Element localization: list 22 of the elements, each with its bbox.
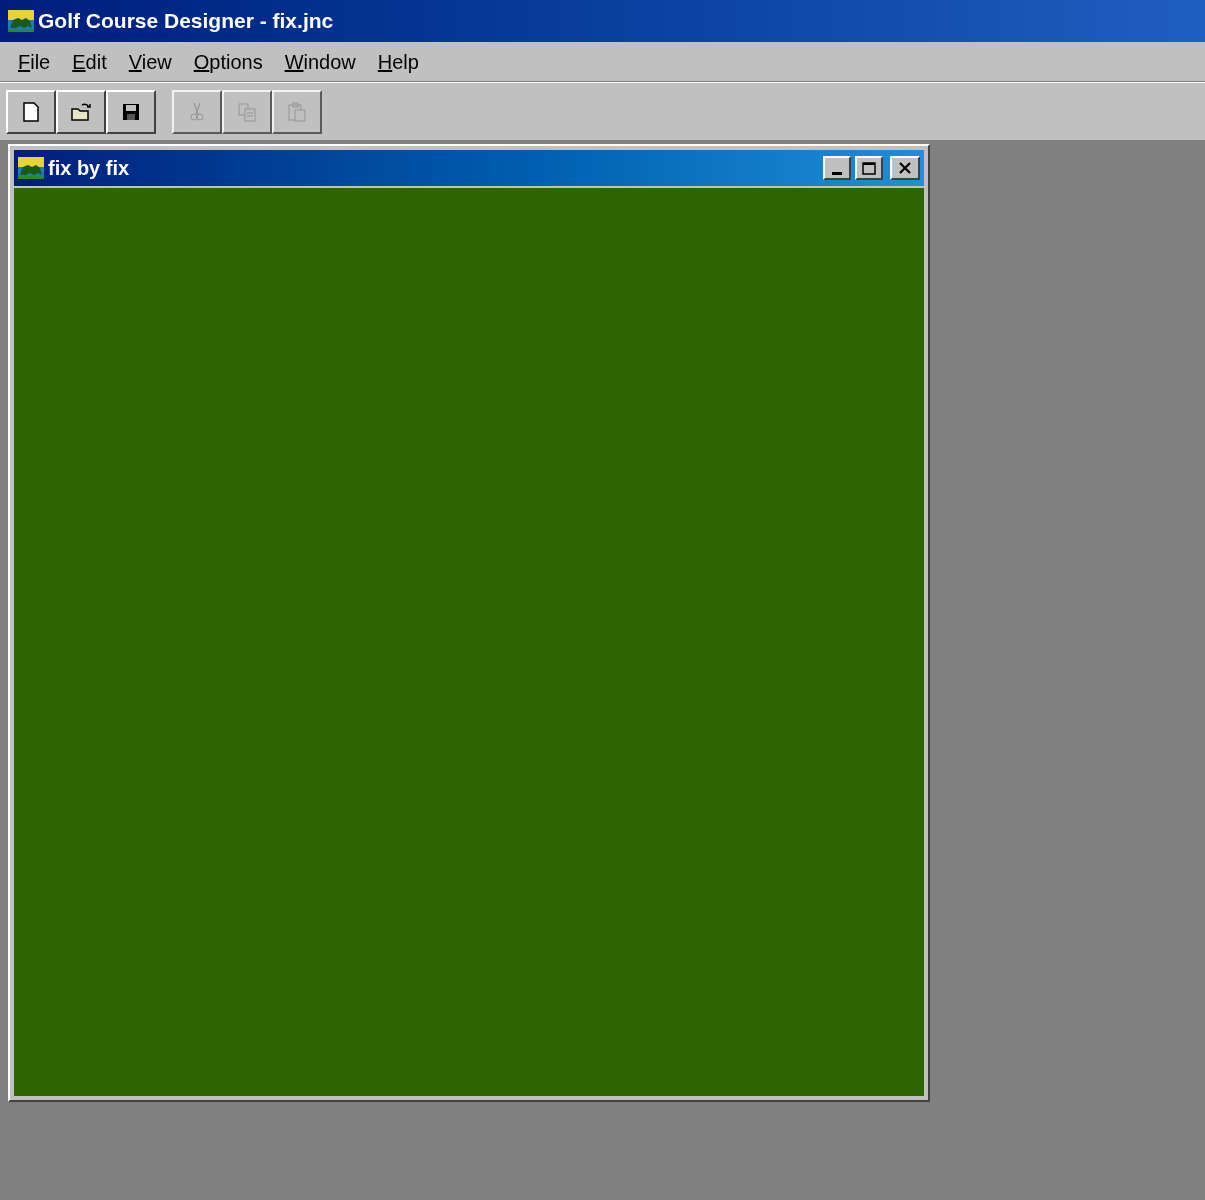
menu-item[interactable]: Window: [284, 46, 356, 77]
toolbar-button[interactable]: [106, 89, 156, 134]
toolbar-button[interactable]: [6, 89, 56, 134]
menu-item[interactable]: File: [18, 46, 51, 77]
maximize-button[interactable]: [855, 156, 883, 180]
minimize-icon: [832, 172, 842, 175]
menu-item[interactable]: Options: [193, 46, 263, 77]
app-logo-icon: [18, 157, 44, 179]
menu-item[interactable]: View: [128, 46, 172, 77]
child-window-title: fix by fix: [48, 156, 131, 181]
toolbar-button[interactable]: [56, 89, 106, 134]
window-title: Golf Course Designer - fix.jnc: [38, 8, 334, 35]
clipboard-icon: [286, 100, 308, 123]
close-button[interactable]: [890, 156, 920, 180]
menu-item[interactable]: Edit: [72, 46, 107, 77]
blank-page-icon: [20, 100, 42, 123]
copy-icon: [236, 100, 258, 123]
maximize-icon: [862, 161, 876, 175]
minimize-button[interactable]: [823, 156, 851, 180]
menu-item[interactable]: Help: [377, 46, 419, 77]
close-icon: [899, 162, 911, 174]
app-logo-icon: [8, 10, 34, 32]
